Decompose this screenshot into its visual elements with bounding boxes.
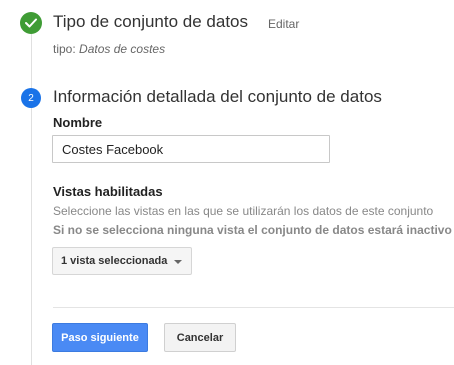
chevron-down-icon — [174, 260, 182, 264]
checkmark-icon — [25, 18, 37, 28]
next-step-button[interactable]: Paso siguiente — [52, 323, 148, 352]
views-dropdown[interactable]: 1 vista seleccionada — [52, 247, 192, 275]
name-input[interactable] — [52, 135, 330, 163]
step-complete-check-icon — [20, 12, 42, 34]
enabled-views-label: Vistas habilitadas — [53, 184, 163, 199]
stepper-rail — [31, 34, 32, 365]
name-label: Nombre — [53, 115, 103, 130]
views-dropdown-label: 1 vista seleccionada — [61, 255, 168, 267]
enabled-views-warning: Si no se selecciona ninguna vista el con… — [53, 223, 452, 237]
dataset-type-prefix: tipo: — [53, 42, 76, 56]
step-number-badge: 2 — [21, 88, 41, 108]
cancel-button[interactable]: Cancelar — [164, 323, 236, 352]
section-divider — [53, 307, 454, 308]
enabled-views-description: Seleccione las vistas en las que se util… — [53, 204, 434, 218]
step2-title: Información detallada del conjunto de da… — [53, 87, 382, 106]
step1-title: Tipo de conjunto de datos — [53, 12, 249, 31]
dataset-type: tipo: Datos de costes — [53, 42, 165, 56]
edit-link[interactable]: Editar — [268, 17, 299, 31]
dataset-type-value: Datos de costes — [79, 42, 166, 56]
